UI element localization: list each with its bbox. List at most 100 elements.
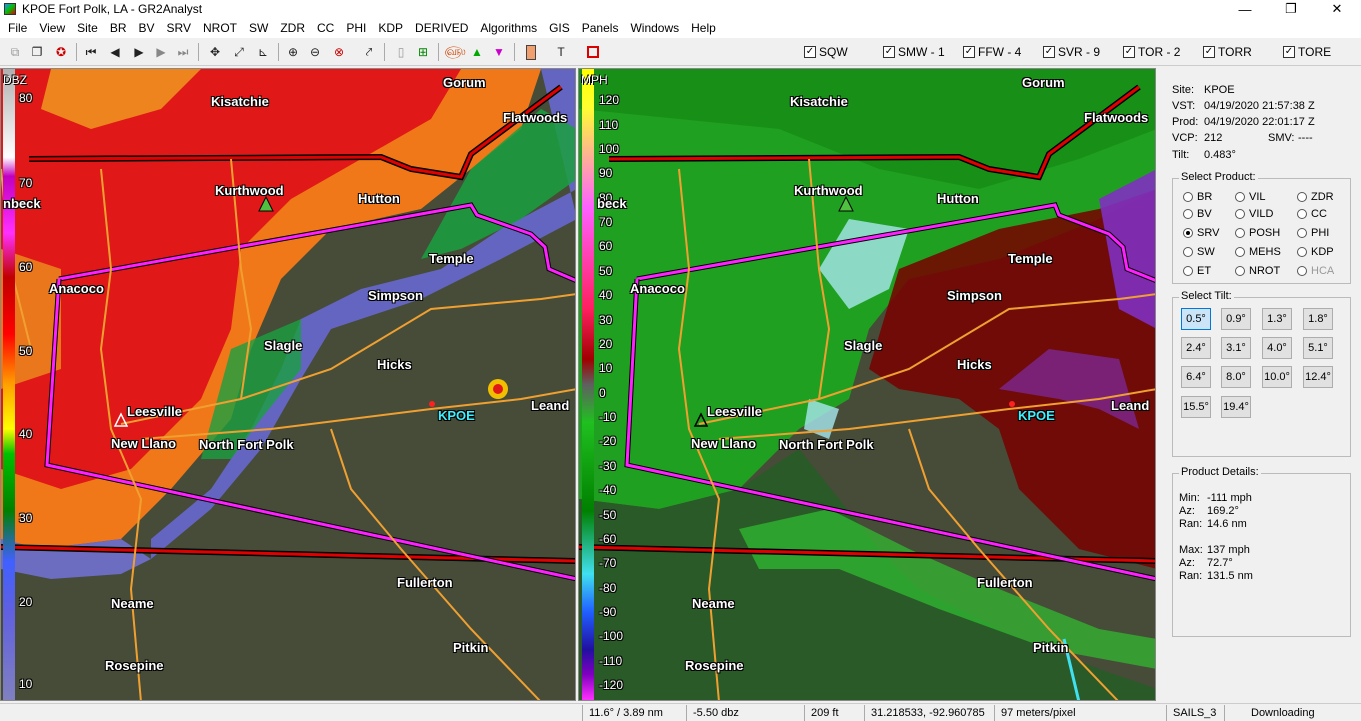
split-panel-icon[interactable]: ⊞ (414, 43, 432, 61)
menu-kdp[interactable]: KDP (372, 18, 409, 38)
first-frame-icon[interactable]: ⏮ (82, 43, 100, 61)
product-radio-cc[interactable]: CC (1297, 208, 1327, 220)
warning-toggle-ffw[interactable]: ✓ FFW - 4 (963, 45, 1021, 59)
menu-view[interactable]: View (33, 18, 71, 38)
previous-frame-icon[interactable]: ◀ (106, 43, 124, 61)
product-radio-br[interactable]: BR (1183, 191, 1212, 203)
copy-disabled-icon[interactable]: ⧉ (6, 43, 24, 61)
town-label: Temple (1008, 251, 1053, 266)
product-radio-hca: HCA (1297, 265, 1334, 277)
warning-toggle-tor[interactable]: ✓ TOR - 2 (1123, 45, 1180, 59)
tilt-button-10-0[interactable]: 10.0° (1262, 366, 1292, 388)
menu-zdr[interactable]: ZDR (274, 18, 311, 38)
product-radio-posh[interactable]: POSH (1235, 227, 1280, 239)
tilt-button-1-8[interactable]: 1.8° (1303, 308, 1333, 330)
tilt-button-1-3[interactable]: 1.3° (1262, 308, 1292, 330)
zoom-reset-icon[interactable]: ⊗ (330, 43, 348, 61)
product-radio-bv[interactable]: BV (1183, 208, 1212, 220)
dbz-tick: 10 (19, 677, 33, 691)
tilt-button-3-1[interactable]: 3.1° (1221, 337, 1251, 359)
checkbox[interactable]: ✓ (963, 46, 975, 58)
tilt-button-4-0[interactable]: 4.0° (1262, 337, 1292, 359)
zoom-in-icon[interactable]: ⊕ (284, 43, 302, 61)
reflectivity-radar-pane[interactable]: DBZ 80 70 60 50 40 30 20 10 Gorum Kisatc… (0, 68, 576, 701)
tilt-button-8-0[interactable]: 8.0° (1221, 366, 1251, 388)
menu-windows[interactable]: Windows (624, 18, 685, 38)
stop-icon[interactable] (584, 43, 602, 61)
tilt-button-0-5[interactable]: 0.5° (1181, 308, 1211, 330)
menu-nrot[interactable]: NROT (197, 18, 243, 38)
warning-toggle-smw[interactable]: ✓ SMW - 1 (883, 45, 945, 59)
warning-toggle-tore[interactable]: ✓ TORE (1283, 45, 1331, 59)
minimize-button[interactable]: — (1222, 0, 1268, 18)
hook-icon[interactable]: ௵ (444, 43, 465, 61)
checkbox[interactable]: ✓ (1123, 46, 1135, 58)
product-radio-sw[interactable]: SW (1183, 246, 1215, 258)
product-radio-vil[interactable]: VIL (1235, 191, 1266, 203)
couplet-up-icon[interactable]: ▲ (468, 43, 486, 61)
product-radio-vild[interactable]: VILD (1235, 208, 1273, 220)
menu-help[interactable]: Help (685, 18, 722, 38)
product-radio-nrot[interactable]: NROT (1235, 265, 1280, 277)
dbz-tick: 70 (19, 176, 33, 190)
warning-toggle-torr[interactable]: ✓ TORR (1203, 45, 1252, 59)
product-radio-kdp[interactable]: KDP (1297, 246, 1334, 258)
text-tool-icon[interactable]: T (552, 43, 570, 61)
town-label: Leesville (707, 404, 762, 419)
town-label: Slagle (844, 338, 883, 353)
product-radio-mehs[interactable]: MEHS (1235, 246, 1281, 258)
menu-phi[interactable]: PHI (340, 18, 372, 38)
menu-br[interactable]: BR (104, 18, 133, 38)
pan-icon[interactable]: ✥ (206, 43, 224, 61)
resize-icon[interactable]: ⤢ (230, 43, 248, 61)
play-icon[interactable]: ▶ (130, 43, 148, 61)
menu-panels[interactable]: Panels (576, 18, 625, 38)
product-radio-zdr[interactable]: ZDR (1297, 191, 1334, 203)
warning-toggle-svr[interactable]: ✓ SVR - 9 (1043, 45, 1100, 59)
blank-panel-icon[interactable]: ▯ (392, 43, 410, 61)
measure-icon[interactable]: ⊾ (254, 43, 272, 61)
menu-cc[interactable]: CC (311, 18, 340, 38)
copy-icon[interactable]: ❐ (28, 43, 46, 61)
mph-units-label: MPH (581, 73, 608, 87)
menu-derived[interactable]: DERIVED (409, 18, 474, 38)
tilt-button-15-5[interactable]: 15.5° (1181, 396, 1211, 418)
mph-tick: 60 (599, 239, 613, 253)
tilt-button-19-4[interactable]: 19.4° (1221, 396, 1251, 418)
last-frame-icon[interactable]: ⏭ (174, 43, 192, 61)
checkbox[interactable]: ✓ (1203, 46, 1215, 58)
site-select-icon[interactable]: ✪ (52, 43, 70, 61)
checkbox[interactable]: ✓ (804, 46, 816, 58)
dbz-tick: 50 (19, 344, 33, 358)
tilt-button-5-1[interactable]: 5.1° (1303, 337, 1333, 359)
warning-toggle-sqw[interactable]: ✓ SQW (804, 45, 848, 59)
next-frame-icon[interactable]: ▶ (152, 43, 170, 61)
menu-algorithms[interactable]: Algorithms (474, 18, 543, 38)
color-table-icon[interactable] (522, 43, 540, 61)
menu-sw[interactable]: SW (243, 18, 274, 38)
checkbox[interactable]: ✓ (1043, 46, 1055, 58)
checkbox[interactable]: ✓ (883, 46, 895, 58)
menu-file[interactable]: File (2, 18, 33, 38)
mph-tick: 110 (599, 118, 619, 132)
product-radio-et[interactable]: ET (1183, 265, 1211, 277)
tilt-button-12-4[interactable]: 12.4° (1303, 366, 1333, 388)
velocity-radar-pane[interactable]: MPH 120 110 100 90 80 70 60 50 40 30 20 … (578, 68, 1156, 701)
couplet-down-icon[interactable]: ▼ (490, 43, 508, 61)
tilt-button-6-4[interactable]: 6.4° (1181, 366, 1211, 388)
cross-section-icon[interactable]: ⤤ (360, 43, 378, 61)
menu-srv[interactable]: SRV (161, 18, 197, 38)
close-button[interactable]: ✕ (1314, 0, 1360, 18)
tilt-button-2-4[interactable]: 2.4° (1181, 337, 1211, 359)
zoom-out-icon[interactable]: ⊖ (306, 43, 324, 61)
product-radio-srv[interactable]: SRV (1183, 227, 1219, 239)
product-radio-phi[interactable]: PHI (1297, 227, 1329, 239)
checkbox[interactable]: ✓ (1283, 46, 1295, 58)
mph-tick: -40 (599, 483, 617, 497)
menu-site[interactable]: Site (71, 18, 104, 38)
menu-gis[interactable]: GIS (543, 18, 576, 38)
menu-bv[interactable]: BV (133, 18, 161, 38)
town-label: Leand (1111, 398, 1150, 413)
maximize-button[interactable]: ❐ (1268, 0, 1314, 18)
tilt-button-0-9[interactable]: 0.9° (1221, 308, 1251, 330)
